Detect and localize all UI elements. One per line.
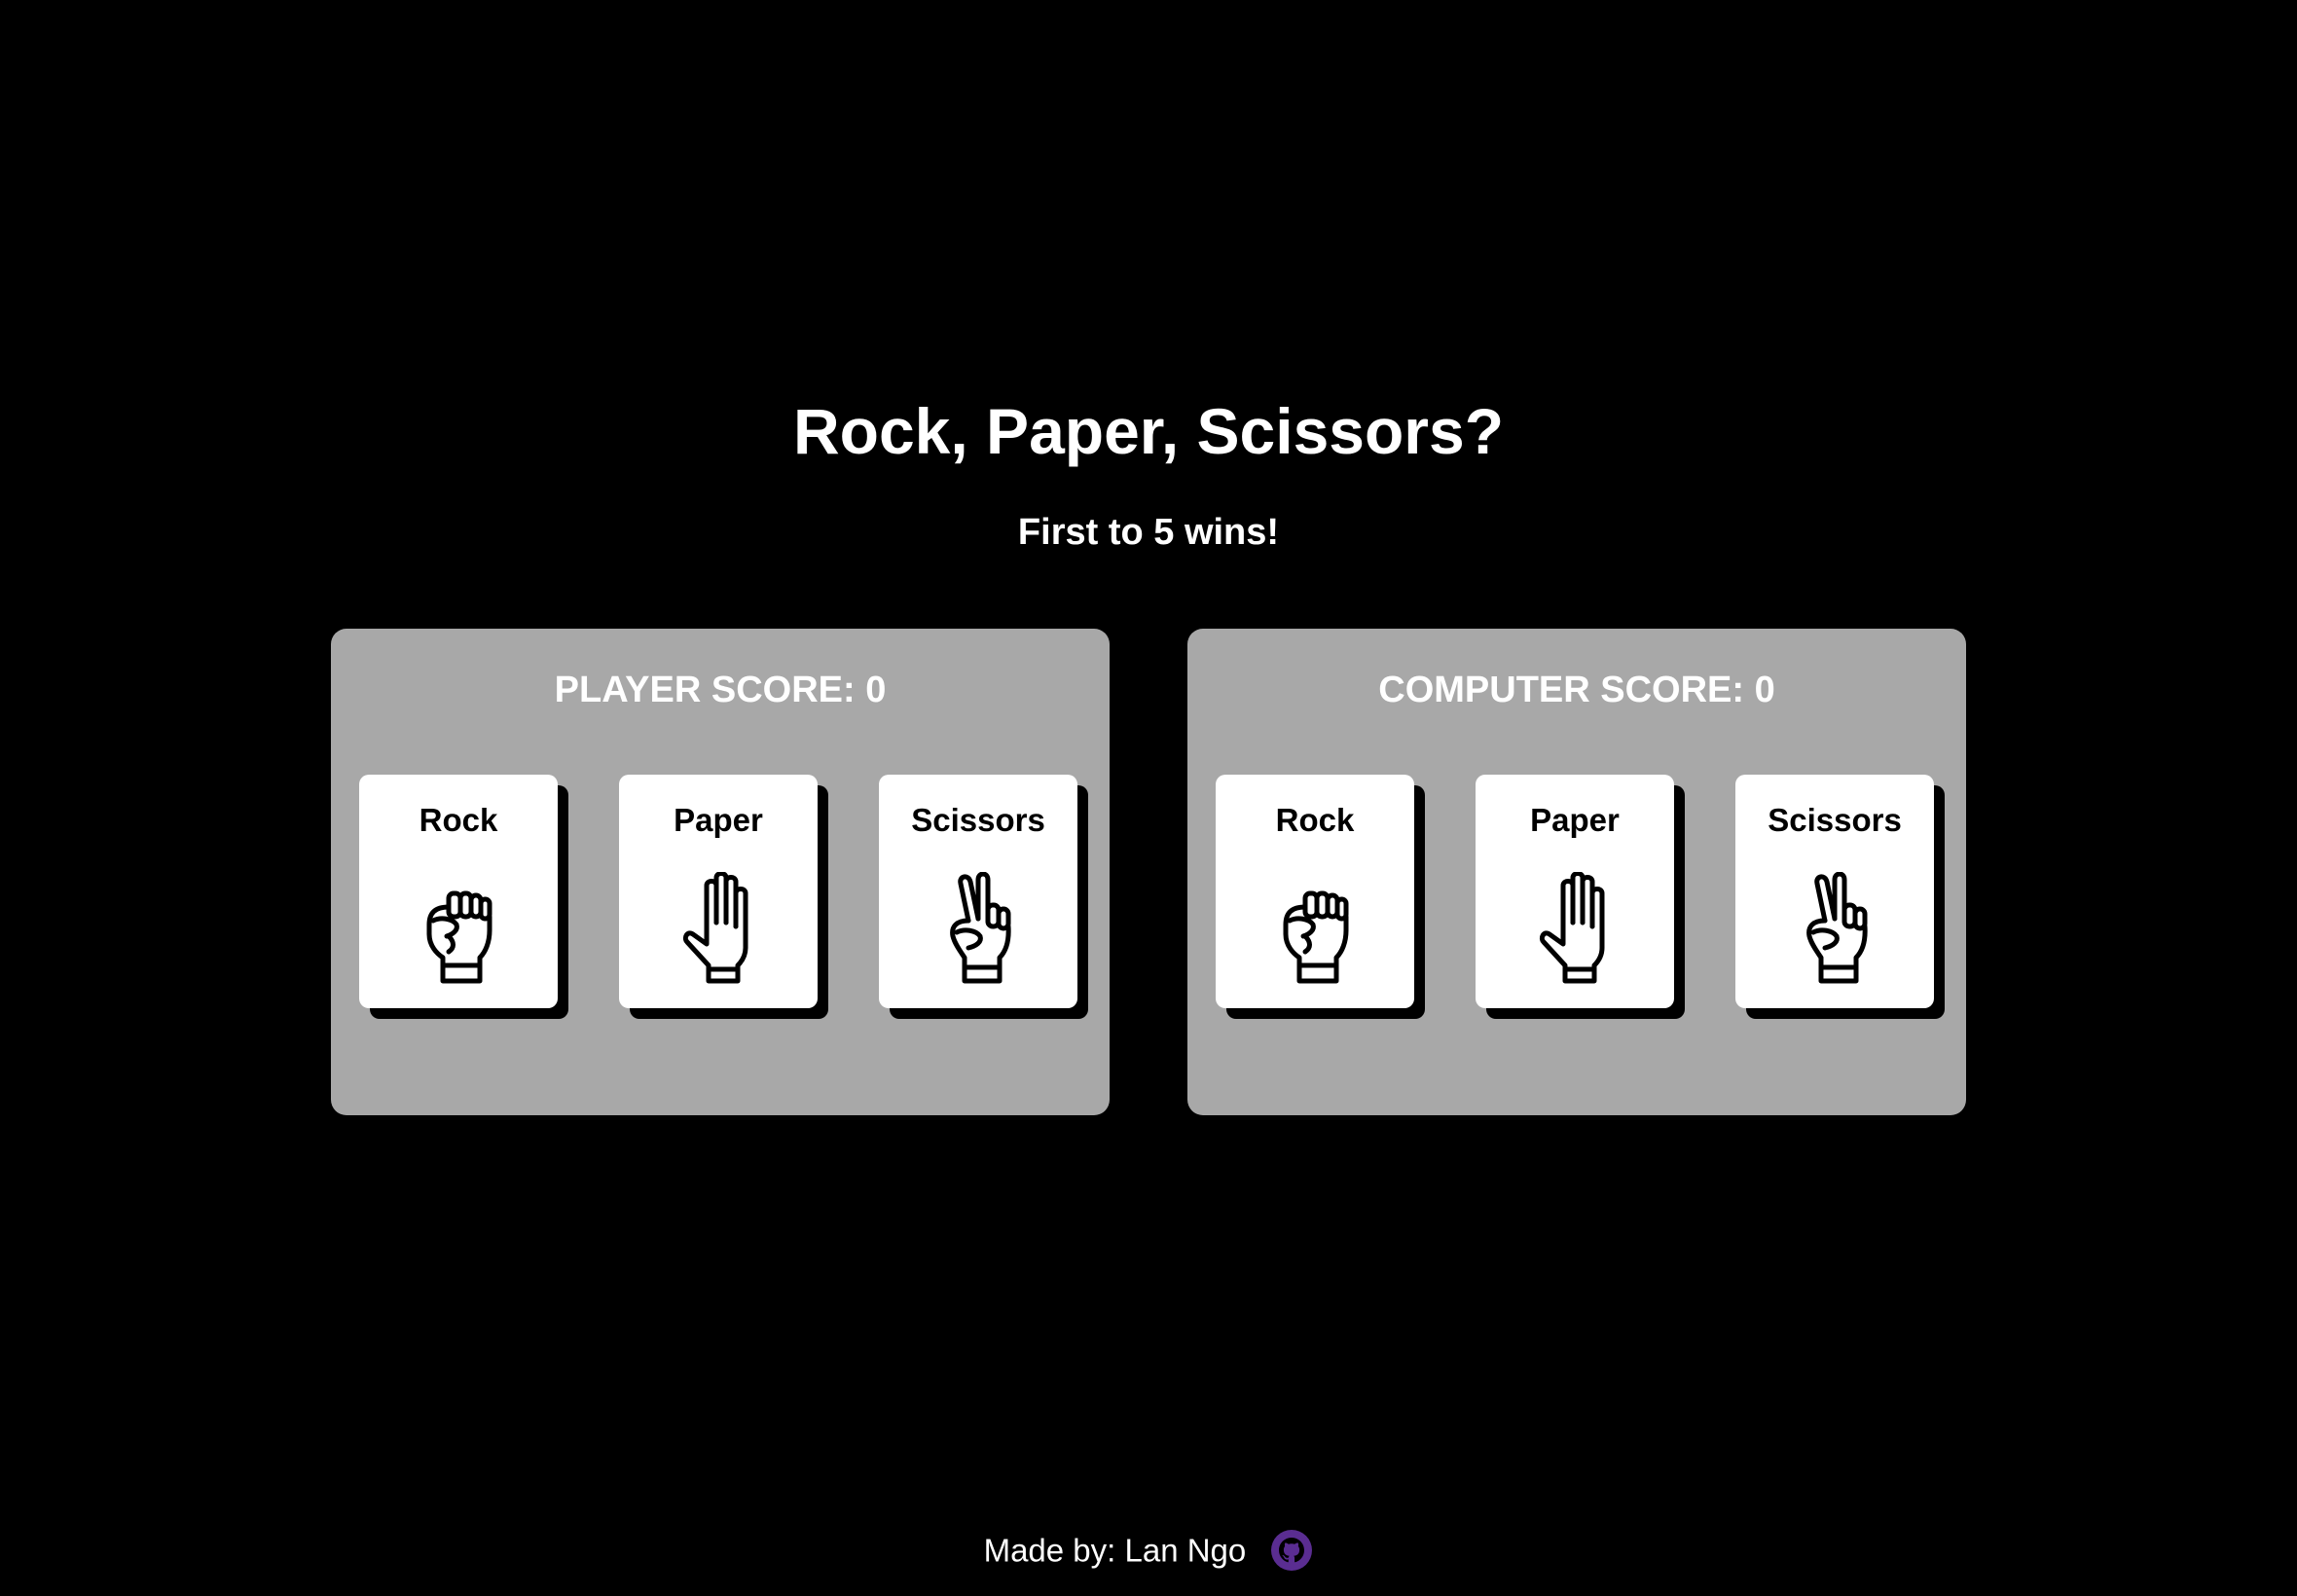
game-page: Rock, Paper, Scissors? First to 5 wins! … (0, 0, 2297, 1596)
player-score: PLAYER SCORE: 0 (554, 670, 887, 710)
rock-hand-icon (1276, 872, 1354, 985)
card-label: Scissors (1768, 802, 1902, 838)
computer-panel: COMPUTER SCORE: 0 Rock Paper Scissors (1187, 629, 1966, 1115)
author-credit: Made by: Lan Ngo (983, 1532, 1247, 1569)
game-rules-subtitle: First to 5 wins! (1017, 512, 1280, 553)
computer-rock-card: Rock (1216, 775, 1414, 1008)
paper-hand-icon (1536, 872, 1614, 985)
player-scissors-card[interactable]: Scissors (879, 775, 1077, 1008)
footer: Made by: Lan Ngo (0, 1523, 2297, 1576)
card-label: Scissors (911, 802, 1045, 838)
computer-scissors-card: Scissors (1735, 775, 1934, 1008)
scissors-hand-icon (1796, 872, 1874, 985)
paper-hand-icon (679, 872, 757, 985)
rock-hand-icon (419, 872, 497, 985)
card-label: Paper (674, 802, 763, 838)
player-paper-card[interactable]: Paper (619, 775, 818, 1008)
card-label: Paper (1530, 802, 1620, 838)
card-label: Rock (1275, 802, 1355, 838)
computer-score: COMPUTER SCORE: 0 (1378, 670, 1775, 710)
card-label: Rock (419, 802, 498, 838)
player-panel: PLAYER SCORE: 0 Rock Paper Scissors (331, 629, 1110, 1115)
scissors-hand-icon (939, 872, 1017, 985)
computer-paper-card: Paper (1476, 775, 1674, 1008)
github-icon[interactable] (1270, 1529, 1313, 1572)
page-title: Rock, Paper, Scissors? (792, 395, 1505, 467)
player-rock-card[interactable]: Rock (359, 775, 558, 1008)
